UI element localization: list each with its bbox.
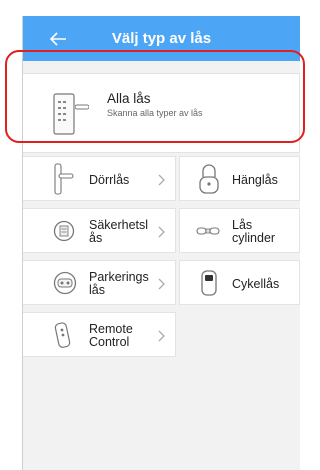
lock-type-label: Säkerhetsl ås [89,218,149,245]
lock-type-label: Parkerings lås [89,270,149,297]
bicycle-lock-icon [201,270,217,296]
remote-control-icon [54,322,71,348]
selection-highlight [5,50,305,143]
lock-type-card-parking[interactable]: Parkerings lås [23,260,176,305]
parking-lock-icon [53,271,77,295]
lock-type-card-door[interactable]: Dörrlås [23,156,176,201]
safe-icon [53,220,75,242]
lock-type-label: Remote Control [89,322,133,349]
lock-type-card-padlock[interactable]: Hänglås [179,156,300,201]
chevron-right-icon [158,174,165,186]
page-title: Välj typ av lås [111,30,212,47]
lock-type-label: Cykellås [232,277,280,291]
lock-type-card-bicycle[interactable]: Cykellås [179,260,300,305]
chevron-right-icon [158,278,165,290]
lock-type-card-safe[interactable]: Säkerhetsl ås [23,208,176,253]
lock-type-label: Dörrlås [89,173,130,187]
lock-type-label: Hänglås [232,173,278,187]
lock-cylinder-icon [196,227,220,235]
door-handle-icon [54,163,74,195]
lock-type-card-remote[interactable]: Remote Control [23,312,176,357]
lock-type-card-cylinder[interactable]: Lås cylinder [179,208,300,253]
chevron-right-icon [158,226,165,238]
lock-type-label: Lås cylinder [232,218,276,245]
padlock-icon [199,164,219,194]
chevron-right-icon [158,330,165,342]
